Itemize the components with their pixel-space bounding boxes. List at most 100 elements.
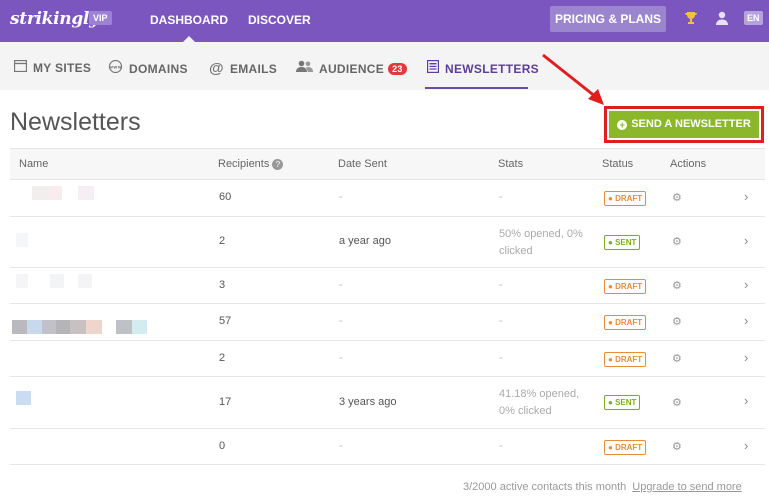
tab-my-sites[interactable]: MY SITES [13,59,92,75]
newsletter-icon [427,60,440,76]
chevron-right-icon[interactable]: › [744,350,748,365]
trophy-icon[interactable] [683,10,699,30]
table-row[interactable]: 17 3 years ago 41.18% opened, 0% clicked… [10,377,765,429]
status-dot: ● [608,398,613,407]
status-badge: ● DRAFT [604,191,647,206]
active-tab-underline [425,87,528,89]
language-selector[interactable]: EN [744,11,763,25]
redacted-name [48,186,62,200]
table-row[interactable]: 2 a year ago 50% opened, 0% clicked ● SE… [10,217,765,268]
tab-audience[interactable]: AUDIENCE 23 [296,60,407,76]
table-row[interactable]: 2 - - ● DRAFT ⚙ › [10,341,765,377]
tab-my-sites-label: MY SITES [33,61,92,75]
status-label: DRAFT [615,443,643,452]
redacted-name [56,320,70,334]
browser-window-icon [13,59,28,75]
gear-icon[interactable]: ⚙ [672,352,682,365]
status-label: SENT [615,238,637,247]
vip-badge: VIP [89,11,112,25]
recipients-count: 0 [219,440,226,452]
date-sent: 3 years ago [339,396,397,408]
chevron-right-icon[interactable]: › [744,313,748,328]
col-name: Name [19,158,49,170]
chevron-right-icon[interactable]: › [744,438,748,453]
status-dot: ● [608,282,613,291]
plus-circle-icon: + [617,120,628,130]
redacted-name [27,320,42,334]
nav-discover[interactable]: DISCOVER [248,13,311,27]
chevron-right-icon[interactable]: › [744,189,748,204]
redacted-name [16,391,31,405]
tab-emails[interactable]: @ EMAILS [209,60,277,77]
redacted-name [116,320,132,334]
chevron-right-icon[interactable]: › [744,277,748,292]
send-newsletter-label: SEND A NEWSLETTER [631,118,751,130]
chevron-right-icon[interactable]: › [744,233,748,248]
svg-text:www: www [109,65,122,70]
help-icon[interactable]: ? [272,159,284,170]
redacted-name [32,186,48,200]
tab-domains-label: DOMAINS [129,62,188,76]
date-sent: - [339,352,343,364]
col-recipients: Recipients? [218,158,284,170]
status-badge: ● SENT [604,395,641,410]
status-dot: ● [608,318,613,327]
send-newsletter-button[interactable]: + SEND A NEWSLETTER [609,111,759,138]
status-badge: ● DRAFT [604,279,647,294]
col-actions: Actions [670,158,707,170]
col-date-sent: Date Sent [338,158,387,170]
redacted-name [70,320,86,334]
recipients-count: 60 [219,191,232,203]
nav-dashboard[interactable]: DASHBOARD [150,13,228,43]
status-dot: ● [608,443,613,452]
active-contacts-text: 3/2000 active contacts this month [463,481,627,493]
status-badge: ● SENT [604,235,641,250]
date-sent: - [339,315,343,327]
table-row[interactable]: 57 - - ● DRAFT ⚙ › [10,304,765,341]
top-bar: strikingly VIP DASHBOARD DISCOVER PRICIN… [0,0,769,43]
col-stats: Stats [498,158,524,170]
highlight-box: + SEND A NEWSLETTER [604,106,764,143]
stats: - [499,279,503,291]
date-sent: - [339,279,343,291]
at-icon: @ [209,60,224,77]
pricing-plans-button[interactable]: PRICING & PLANS [550,6,666,32]
status-dot: ● [608,238,613,247]
table-row[interactable]: 3 - - ● DRAFT ⚙ › [10,268,765,304]
status-label: SENT [615,398,637,407]
gear-icon[interactable]: ⚙ [672,440,682,453]
chevron-right-icon[interactable]: › [744,393,748,408]
gear-icon[interactable]: ⚙ [672,235,682,248]
recipients-count: 57 [219,315,232,327]
table-row[interactable]: 60 - - ● DRAFT ⚙ › [10,180,765,217]
redacted-name [16,233,28,247]
stats: - [499,191,503,203]
redacted-name [78,186,94,200]
tab-domains[interactable]: www DOMAINS [108,59,188,76]
table-header: Name Recipients? Date Sent Stats Status … [10,148,765,180]
redacted-name [50,274,64,288]
recipients-count: 3 [219,279,226,291]
gear-icon[interactable]: ⚙ [672,279,682,292]
gear-icon[interactable]: ⚙ [672,315,682,328]
tab-emails-label: EMAILS [229,62,278,76]
gear-icon[interactable]: ⚙ [672,191,682,204]
annotation-arrow [542,53,604,105]
users-icon [296,60,313,76]
gear-icon[interactable]: ⚙ [672,396,682,409]
redacted-name [12,320,27,334]
status-label: DRAFT [615,355,643,364]
www-icon: www [108,59,123,76]
audience-count-badge: 23 [388,63,407,75]
user-icon[interactable] [714,10,730,30]
page-title: Newsletters [10,108,141,136]
tab-audience-label: AUDIENCE [319,62,385,76]
recipients-count: 2 [219,352,226,364]
table-row[interactable]: 0 - - ● DRAFT ⚙ › [10,429,765,465]
upgrade-link[interactable]: Upgrade to send more [632,481,741,493]
redacted-name [132,320,147,334]
strikingly-logo[interactable]: strikingly [10,9,99,29]
status-dot: ● [608,355,613,364]
status-badge: ● DRAFT [604,352,647,367]
tab-newsletters[interactable]: NEWSLETTERS [427,60,539,76]
